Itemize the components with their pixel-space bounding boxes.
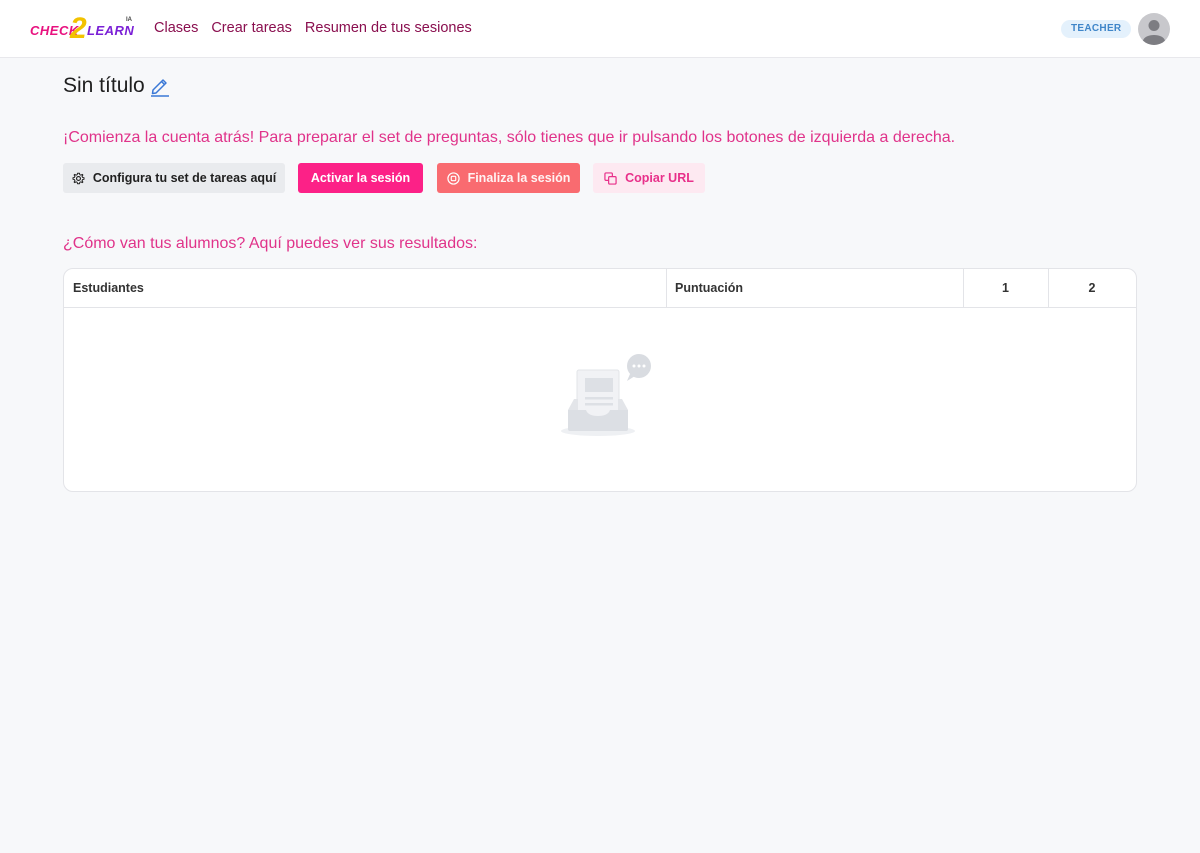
- column-header-question-1[interactable]: 1: [963, 269, 1048, 308]
- activate-session-label: Activar la sesión: [310, 171, 411, 185]
- configure-tasks-button[interactable]: Configura tu set de tareas aquí: [63, 163, 285, 193]
- empty-inbox-icon: [560, 353, 654, 439]
- copy-url-label: Copiar URL: [625, 171, 694, 185]
- column-header-score[interactable]: Puntuación: [675, 269, 743, 308]
- finish-session-label: Finaliza la sesión: [467, 171, 571, 185]
- title-row: Sin título: [63, 74, 170, 98]
- pencil-icon[interactable]: [150, 75, 170, 97]
- role-badge: TEACHER: [1061, 20, 1132, 38]
- column-divider: [666, 269, 667, 308]
- nav-crear-tareas[interactable]: Crear tareas: [211, 20, 292, 36]
- results-heading: ¿Cómo van tus alumnos? Aquí puedes ver s…: [63, 235, 478, 252]
- column-header-question-2[interactable]: 2: [1048, 269, 1136, 308]
- user-avatar-icon[interactable]: [1138, 13, 1170, 45]
- configure-tasks-label: Configura tu set de tareas aquí: [92, 171, 277, 185]
- column-header-students[interactable]: Estudiantes: [73, 269, 144, 308]
- logo-ia: IA: [126, 17, 132, 23]
- finish-session-button[interactable]: Finaliza la sesión: [437, 163, 580, 193]
- app-logo[interactable]: CHECK 2 LEARN IA: [30, 12, 135, 46]
- activate-session-button[interactable]: Activar la sesión: [298, 163, 423, 193]
- results-table: Estudiantes Puntuación 1 2: [63, 268, 1137, 492]
- copy-icon: [604, 171, 617, 185]
- logo-learn: LEARN: [87, 23, 135, 38]
- app-header: CHECK 2 LEARN IA Clases Crear tareas Res…: [0, 0, 1200, 58]
- table-header: Estudiantes Puntuación 1 2: [64, 269, 1136, 308]
- page-title: Sin título: [63, 74, 145, 97]
- nav-resumen-sesiones[interactable]: Resumen de tus sesiones: [305, 20, 472, 36]
- main-nav: Clases Crear tareas Resumen de tus sesio…: [154, 20, 472, 36]
- gear-icon: [72, 172, 85, 184]
- copy-url-button[interactable]: Copiar URL: [593, 163, 705, 193]
- intro-text: ¡Comienza la cuenta atrás! Para preparar…: [63, 129, 956, 146]
- stop-circle-icon: [446, 171, 460, 185]
- logo-two: 2: [70, 12, 87, 45]
- nav-clases[interactable]: Clases: [154, 20, 198, 36]
